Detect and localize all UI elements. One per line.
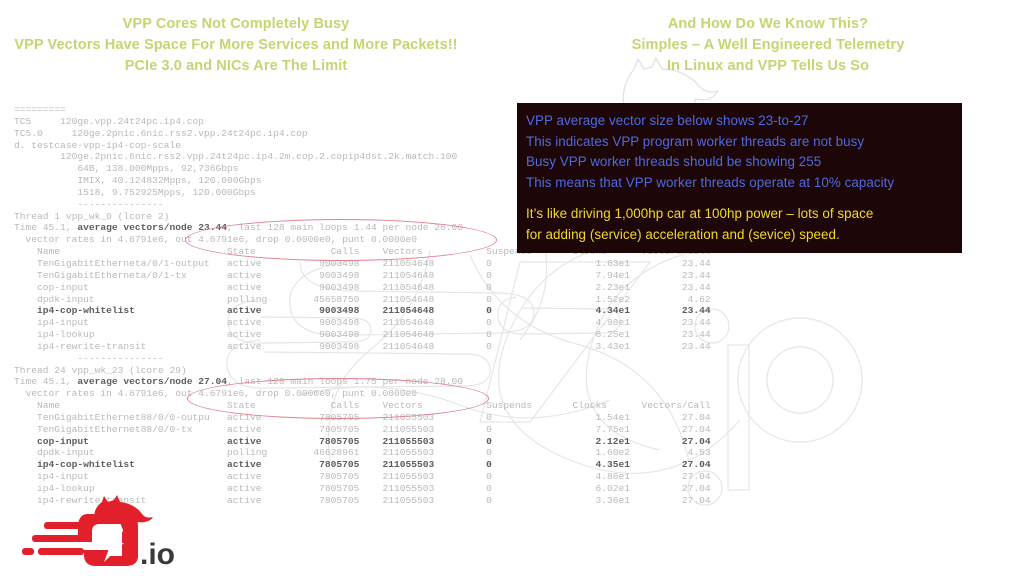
- page-title-right: And How Do We Know This? Simples – A Wel…: [512, 14, 1024, 77]
- table-row: ip4-cop-whitelist active 7805705 2110555…: [14, 459, 711, 471]
- page-title-left: VPP Cores Not Completely Busy VPP Vector…: [0, 14, 472, 77]
- title-left-line-2: VPP Vectors Have Space For More Services…: [14, 37, 458, 53]
- fdio-logo: .io: [22, 494, 197, 571]
- table-row: dpdk-input polling 45658750 211054648 0 …: [14, 293, 711, 305]
- vector-rates-line-2: vector rates in 4.6791e6, out 4.6791e6, …: [14, 388, 418, 400]
- title-left-line-3: PCIe 3.0 and NICs Are The Limit: [124, 58, 348, 74]
- table-header-2: Name State Calls Vectors Suspends Clocks…: [14, 400, 711, 412]
- title-left-line-1: VPP Cores Not Completely Busy: [122, 16, 350, 32]
- callout-blue-line-2: This indicates VPP program worker thread…: [526, 133, 865, 149]
- thread-time-line-2: Time 45.1, average vectors/node 27.04, l…: [14, 376, 464, 388]
- title-right-line-3: In Linux and VPP Tells Us So: [666, 58, 870, 74]
- callout-blue-line-1: VPP average vector size below shows 23-t…: [526, 113, 809, 128]
- logo-text: .io: [140, 538, 175, 570]
- table-row: ip4-input active 9003498 211054648 0 4.9…: [14, 317, 711, 329]
- callout-yellow-line-2: for adding (service) acceleration and (s…: [526, 226, 840, 242]
- table-row: cop-input active 7805705 211055503 0 2.1…: [14, 435, 711, 447]
- callout-yellow-line-1: It’s like driving 1,000hp car at 100hp p…: [526, 206, 874, 222]
- table-separator-1: ---------------: [14, 352, 164, 364]
- table-row: ip4-lookup active 9003498 211054648 0 6.…: [14, 329, 711, 341]
- table-row: TenGigabitEthernet88/0/0-outpu active 78…: [14, 411, 711, 423]
- table-row: TenGigabitEtherneta/0/1-output active 90…: [14, 257, 711, 269]
- thread-line-2: Thread 24 vpp_wk_23 (lcore 29): [14, 364, 187, 376]
- callout-box: VPP average vector size below shows 23-t…: [517, 103, 962, 253]
- callout-spacer: [517, 193, 962, 204]
- table-row: cop-input active 9003498 211054648 0 2.2…: [14, 281, 711, 293]
- slide-canvas: VPP Cores Not Completely Busy VPP Vector…: [0, 0, 1024, 576]
- callout-blue-line-4: This means that VPP worker threads opera…: [526, 174, 895, 190]
- table-row: dpdk-input polling 46628961 211055503 0 …: [14, 447, 711, 459]
- table-row: ip4-rewrite-transit active 9003498 21105…: [14, 340, 711, 352]
- title-right-line-1: And How Do We Know This?: [667, 16, 869, 32]
- title-right-line-2: Simples – A Well Engineered Telemetry: [631, 37, 905, 53]
- table-row: TenGigabitEthernet88/0/0-tx active 78057…: [14, 423, 711, 435]
- table-row: ip4-cop-whitelist active 9003498 2110546…: [14, 305, 711, 317]
- callout-blue-line-3: Busy VPP worker threads should be showin…: [526, 154, 822, 170]
- table-row: ip4-input active 7805705 211055503 0 4.8…: [14, 471, 711, 483]
- table-row: TenGigabitEtherneta/0/1-tx active 900349…: [14, 269, 711, 281]
